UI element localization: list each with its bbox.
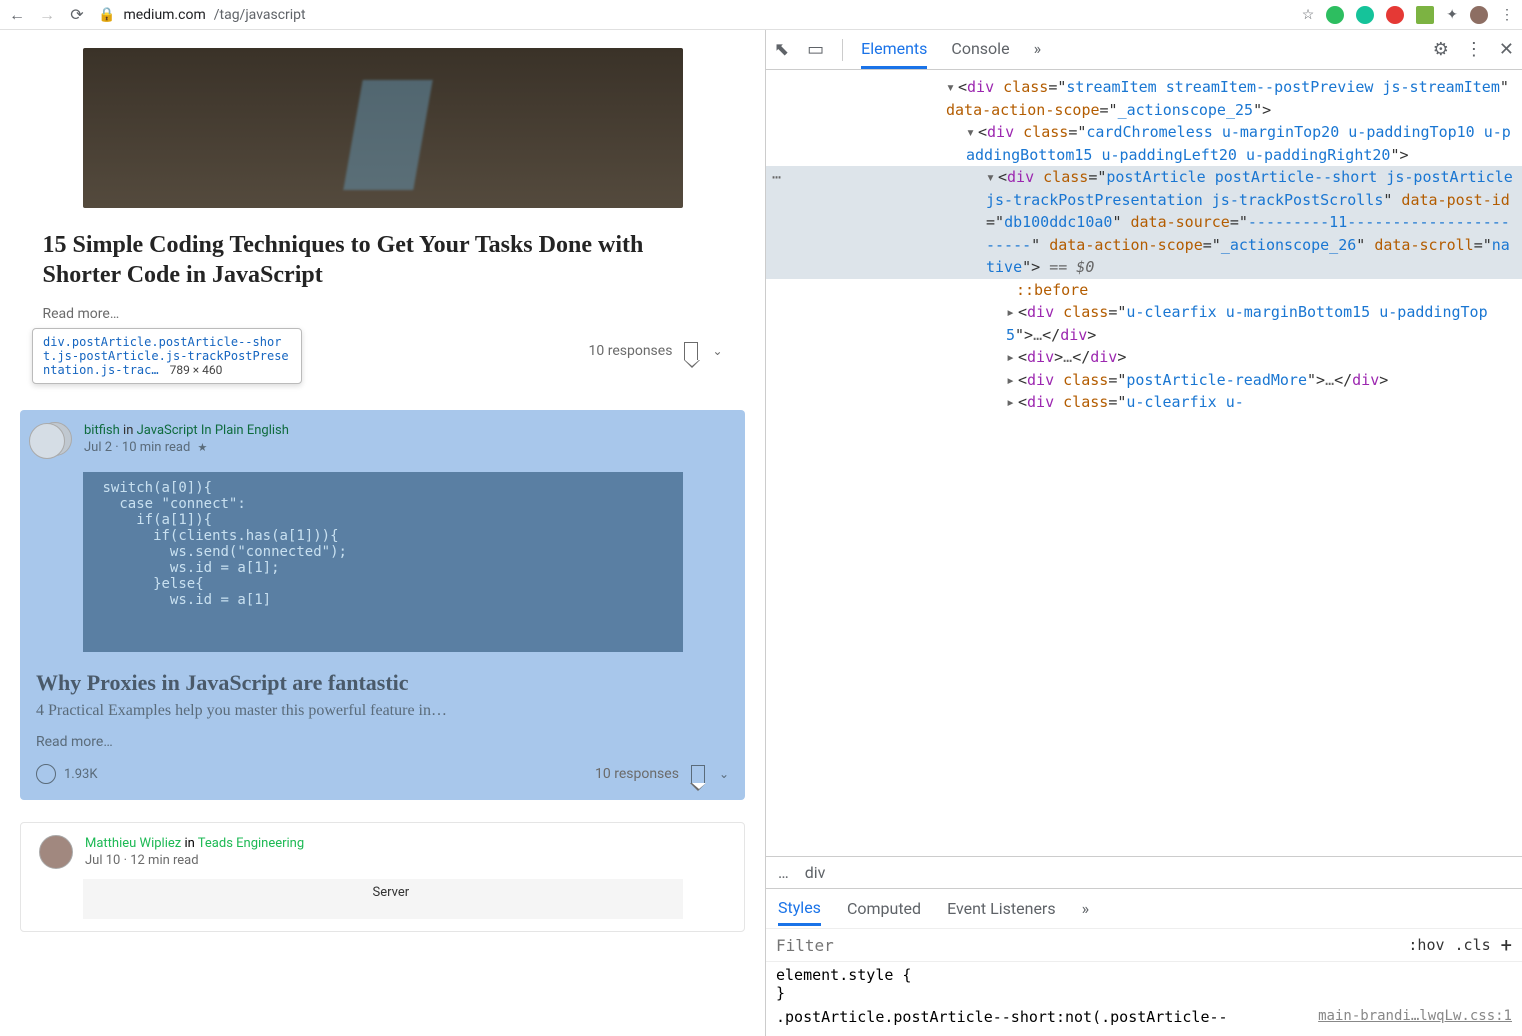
dom-attr-scope: _actionscope_26	[1221, 236, 1356, 254]
gear-icon[interactable]: ⚙	[1433, 39, 1449, 60]
device-toggle-icon[interactable]: ▭	[807, 39, 824, 60]
browser-menu-icon[interactable]: ⋮	[1500, 7, 1514, 23]
divider	[842, 39, 843, 61]
tab-event-listeners[interactable]: Event Listeners	[947, 893, 1056, 924]
cls-toggle[interactable]: .cls	[1455, 936, 1491, 954]
tab-computed[interactable]: Computed	[847, 893, 921, 924]
author-link[interactable]: bitfish	[84, 423, 120, 438]
inspector-element-tooltip: div.postArticle.postArticle--short.js-po…	[32, 328, 302, 384]
author-avatar-icon[interactable]	[39, 835, 73, 869]
address-bar[interactable]: 🔒 medium.com/tag/javascript	[98, 7, 1290, 23]
bookmark-icon[interactable]	[691, 765, 705, 783]
tooltip-selector: div.postArticle.postArticle--short.js-po…	[43, 335, 289, 377]
extension-icons: ☆ ✦ ⋮	[1302, 6, 1514, 24]
dom-tree[interactable]: ▾<div class="streamItem streamItem--post…	[766, 70, 1522, 856]
article-hero-diagram[interactable]: Server	[83, 879, 683, 919]
read-time: 10 min read	[122, 440, 190, 455]
article-hero-code-image[interactable]: switch(a[0]){ case "connect": if(a[1]){ …	[83, 472, 683, 652]
byline-in: in	[123, 423, 133, 438]
breadcrumb-current[interactable]: div	[805, 863, 826, 882]
publication-link[interactable]: JavaScript In Plain English	[137, 423, 289, 438]
forward-button[interactable]: →	[38, 5, 56, 25]
dom-attr-class: postArticle-readMore	[1126, 371, 1307, 389]
devtools-toolbar: ⬉ ▭ Elements Console » ⚙ ⋮ ✕	[766, 30, 1522, 70]
close-icon[interactable]: ✕	[1499, 39, 1514, 60]
article-byline: bitfish in JavaScript In Plain English J…	[32, 422, 733, 456]
article-hero-image[interactable]	[83, 48, 683, 208]
tooltip-dimensions: 789 × 460	[170, 363, 223, 377]
dom-selected-node[interactable]: ▾<div class="postArticle postArticle--sh…	[766, 166, 1522, 279]
publication-link[interactable]: Teads Engineering	[198, 836, 304, 851]
tab-styles[interactable]: Styles	[778, 892, 821, 926]
grammarly-icon[interactable]	[1356, 6, 1374, 24]
diagram-server-label: Server	[373, 885, 410, 900]
article-card-1: 15 Simple Coding Techniques to Get Your …	[43, 48, 723, 360]
article-title[interactable]: 15 Simple Coding Techniques to Get Your …	[43, 230, 723, 290]
devtools-panel: ⬉ ▭ Elements Console » ⚙ ⋮ ✕ ▾<div class…	[765, 30, 1522, 1036]
author-avatar-icon[interactable]	[38, 422, 72, 456]
hov-toggle[interactable]: :hov	[1408, 936, 1444, 954]
evernote-icon[interactable]	[1326, 6, 1344, 24]
styles-filter-row: :hov .cls +	[766, 928, 1522, 961]
tab-console[interactable]: Console	[951, 31, 1009, 69]
responses-link[interactable]: 10 responses	[589, 343, 673, 359]
clap-count: 1.93K	[64, 767, 98, 782]
styles-filter-input[interactable]	[776, 936, 1398, 955]
url-path: /tag/javascript	[214, 7, 306, 23]
profile-avatar-icon[interactable]	[1470, 6, 1488, 24]
responses-link[interactable]: 10 responses	[595, 766, 679, 782]
page-viewport: 15 Simple Coding Techniques to Get Your …	[0, 30, 765, 1036]
tabs-overflow-icon[interactable]: »	[1082, 893, 1090, 924]
author-link[interactable]: Matthieu Wipliez	[85, 836, 181, 851]
article-byline: Matthieu Wipliez in Teads Engineering Ju…	[33, 835, 732, 869]
chevron-down-icon[interactable]: ⌄	[719, 767, 729, 781]
read-more-link[interactable]: Read more…	[43, 306, 723, 322]
article-subtitle: 4 Practical Examples help you master thi…	[36, 702, 733, 720]
post-date: Jul 2	[84, 440, 112, 455]
dom-pseudo-before: ::before	[1016, 281, 1088, 299]
dom-attr-class: u-clearfix u-	[1126, 393, 1243, 411]
tab-elements[interactable]: Elements	[861, 31, 927, 69]
post-date: Jul 10	[85, 853, 120, 868]
members-star-icon: ★	[198, 441, 208, 454]
article-title[interactable]: Why Proxies in JavaScript are fantastic	[36, 670, 733, 696]
tabs-overflow-icon[interactable]: »	[1034, 31, 1042, 69]
styles-tabs: Styles Computed Event Listeners »	[766, 888, 1522, 928]
kebab-menu-icon[interactable]: ⋮	[1465, 39, 1483, 60]
extensions-menu-icon[interactable]: ✦	[1446, 7, 1458, 23]
article-card-3: Matthieu Wipliez in Teads Engineering Ju…	[20, 822, 745, 932]
read-time: 12 min read	[130, 853, 198, 868]
inspect-element-icon[interactable]: ⬉	[774, 39, 789, 60]
article-card-2-highlighted[interactable]: bitfish in JavaScript In Plain English J…	[20, 410, 745, 800]
new-style-rule-icon[interactable]: +	[1501, 933, 1512, 957]
clap-icon[interactable]	[36, 764, 56, 784]
browser-toolbar: ← → ⟳ 🔒 medium.com/tag/javascript ☆ ✦ ⋮	[0, 0, 1522, 30]
bookmark-icon[interactable]	[684, 342, 698, 360]
dom-attr-scope: _actionscope_25	[1118, 101, 1253, 119]
dom-breadcrumb[interactable]: … div	[766, 856, 1522, 888]
rule-selector[interactable]: .postArticle.postArticle--short:not(.pos…	[776, 1008, 1228, 1026]
extension-red-icon[interactable]	[1386, 6, 1404, 24]
styles-pane[interactable]: element.style { } main-brandi…lwqLw.css:…	[766, 961, 1522, 1036]
read-more-link[interactable]: Read more…	[36, 734, 733, 750]
back-button[interactable]: ←	[8, 5, 26, 25]
devtools-tabs: Elements Console »	[861, 31, 1041, 69]
article-footer: 1.93K 10 responses ⌄	[32, 764, 733, 788]
star-icon[interactable]: ☆	[1302, 7, 1315, 23]
rule-source-link[interactable]: main-brandi…lwqLw.css:1	[1318, 1008, 1512, 1024]
dom-attr-postid: db100ddc10a0	[1004, 213, 1112, 231]
chevron-down-icon[interactable]: ⌄	[712, 344, 722, 358]
extension-green-icon[interactable]	[1416, 6, 1434, 24]
element-style-block[interactable]: element.style { }	[776, 966, 1512, 1002]
breadcrumb-ellipsis[interactable]: …	[778, 863, 789, 882]
byline-in: in	[184, 836, 194, 851]
url-host: medium.com	[123, 7, 205, 23]
dom-dollar-zero: == $0	[1040, 258, 1094, 276]
dom-attr-class: streamItem streamItem--postPreview js-st…	[1066, 78, 1499, 96]
lock-icon: 🔒	[98, 7, 115, 23]
reload-button[interactable]: ⟳	[68, 5, 86, 24]
